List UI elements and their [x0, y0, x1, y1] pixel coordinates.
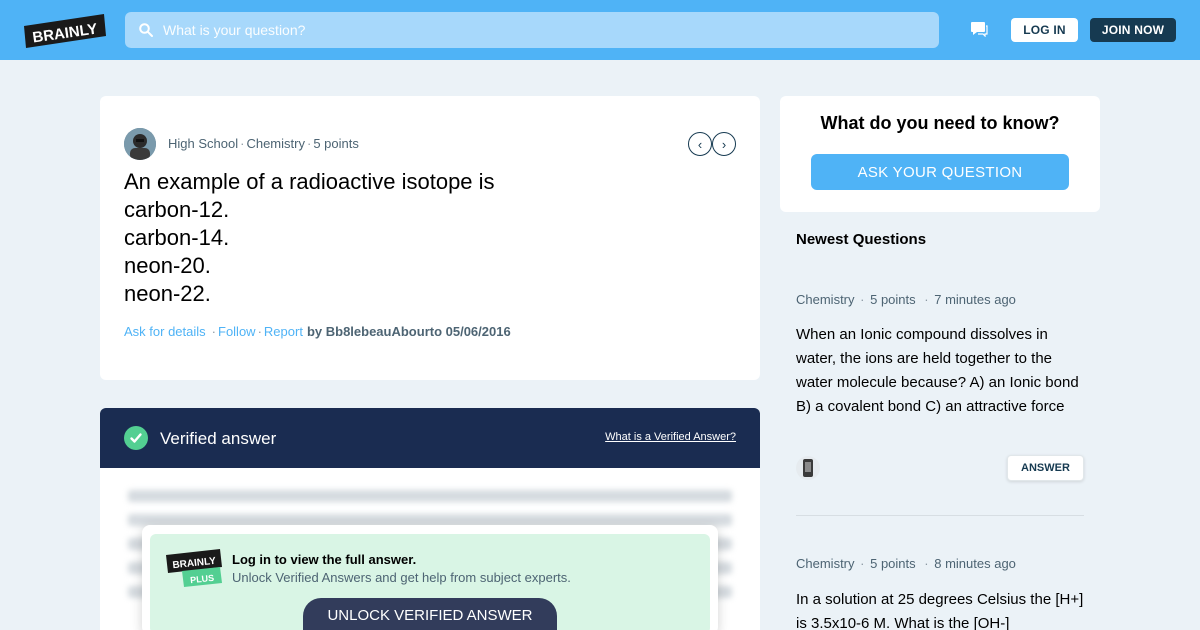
separator-dot: ·	[306, 136, 312, 151]
nq-points: 5 points	[870, 556, 916, 571]
verified-answer-header: Verified answer What is a Verified Answe…	[100, 408, 760, 468]
question-line: carbon-14.	[124, 225, 230, 250]
report-link[interactable]: Report	[264, 324, 303, 339]
asker-avatar[interactable]	[124, 128, 156, 160]
newest-question-meta: Chemistry · 5 points · 7 minutes ago	[796, 292, 1016, 307]
nq-time: 7 minutes ago	[934, 292, 1016, 307]
separator-dot: ·	[240, 136, 245, 151]
check-icon	[124, 426, 148, 450]
separator-dot: ·	[860, 292, 865, 307]
newest-questions-title: Newest Questions	[796, 231, 927, 248]
question-line: neon-22.	[124, 281, 211, 306]
search-bar[interactable]	[125, 12, 939, 48]
question-line: neon-20.	[124, 253, 211, 278]
question-divider	[796, 515, 1084, 516]
newest-question-meta: Chemistry · 5 points · 8 minutes ago	[796, 556, 1016, 571]
separator-dot: ·	[924, 292, 929, 307]
ask-question-card: What do you need to know? ASK YOUR QUEST…	[780, 96, 1100, 212]
ask-card-title: What do you need to know?	[820, 113, 1060, 133]
nq-points: 5 points	[870, 292, 916, 307]
question-nav: ‹ ›	[688, 132, 736, 156]
newest-question-avatar[interactable]	[796, 456, 820, 480]
search-icon	[139, 23, 153, 37]
nq-subject[interactable]: Chemistry	[796, 292, 855, 307]
question-actions: Ask for details · Follow · Report by Bb8…	[124, 324, 511, 339]
blurred-text-line	[128, 490, 732, 502]
newest-question-text[interactable]: When an Ionic compound dissolves in wate…	[796, 323, 1084, 419]
top-bar: BRAINLY LOG IN JOIN NOW	[0, 0, 1200, 60]
unlock-verified-answer-button[interactable]: UNLOCK VERIFIED ANSWER	[303, 598, 557, 630]
chat-icon[interactable]	[970, 21, 988, 37]
question-line: carbon-12.	[124, 197, 230, 222]
nq-time: 8 minutes ago	[934, 556, 1016, 571]
follow-link[interactable]: Follow	[218, 324, 256, 339]
search-input[interactable]	[163, 22, 863, 38]
brainly-logo[interactable]: BRAINLY	[24, 14, 106, 48]
brainly-plus-logo: BRAINLY PLUS	[166, 549, 222, 587]
question-text: An example of a radioactive isotope is c…	[124, 168, 495, 308]
login-button[interactable]: LOG IN	[1011, 18, 1078, 42]
chevron-right-icon[interactable]: ›	[712, 132, 736, 156]
avatar-image	[124, 128, 156, 160]
question-meta: High School · Chemistry · 5 points	[168, 136, 359, 151]
newest-question-text[interactable]: In a solution at 25 degrees Celsius the …	[796, 588, 1084, 630]
separator-dot: ·	[257, 324, 262, 339]
ask-your-question-button[interactable]: ASK YOUR QUESTION	[811, 154, 1069, 190]
grade-label[interactable]: High School	[168, 136, 238, 151]
separator-dot: ·	[211, 324, 216, 339]
question-line: An example of a radioactive isotope is	[124, 169, 495, 194]
ask-for-details-link[interactable]: Ask for details	[124, 324, 206, 339]
subject-label[interactable]: Chemistry	[246, 136, 305, 151]
separator-dot: ·	[924, 556, 929, 571]
avatar-image	[803, 459, 813, 477]
chevron-left-icon[interactable]: ‹	[688, 132, 712, 156]
author-line: by Bb8lebeauAbourto 05/06/2016	[306, 324, 511, 339]
question-card: High School · Chemistry · 5 points ‹ › A…	[100, 96, 760, 380]
nq-subject[interactable]: Chemistry	[796, 556, 855, 571]
verified-answer-title: Verified answer	[160, 429, 277, 448]
separator-dot: ·	[860, 556, 865, 571]
unlock-subtitle: Unlock Verified Answers and get help fro…	[232, 570, 571, 585]
points-label: 5 points	[313, 136, 359, 151]
what-is-verified-link[interactable]: What is a Verified Answer?	[605, 431, 736, 443]
answer-button[interactable]: ANSWER	[1007, 455, 1084, 481]
unlock-title: Log in to view the full answer.	[232, 552, 417, 567]
join-now-button[interactable]: JOIN NOW	[1090, 18, 1176, 42]
